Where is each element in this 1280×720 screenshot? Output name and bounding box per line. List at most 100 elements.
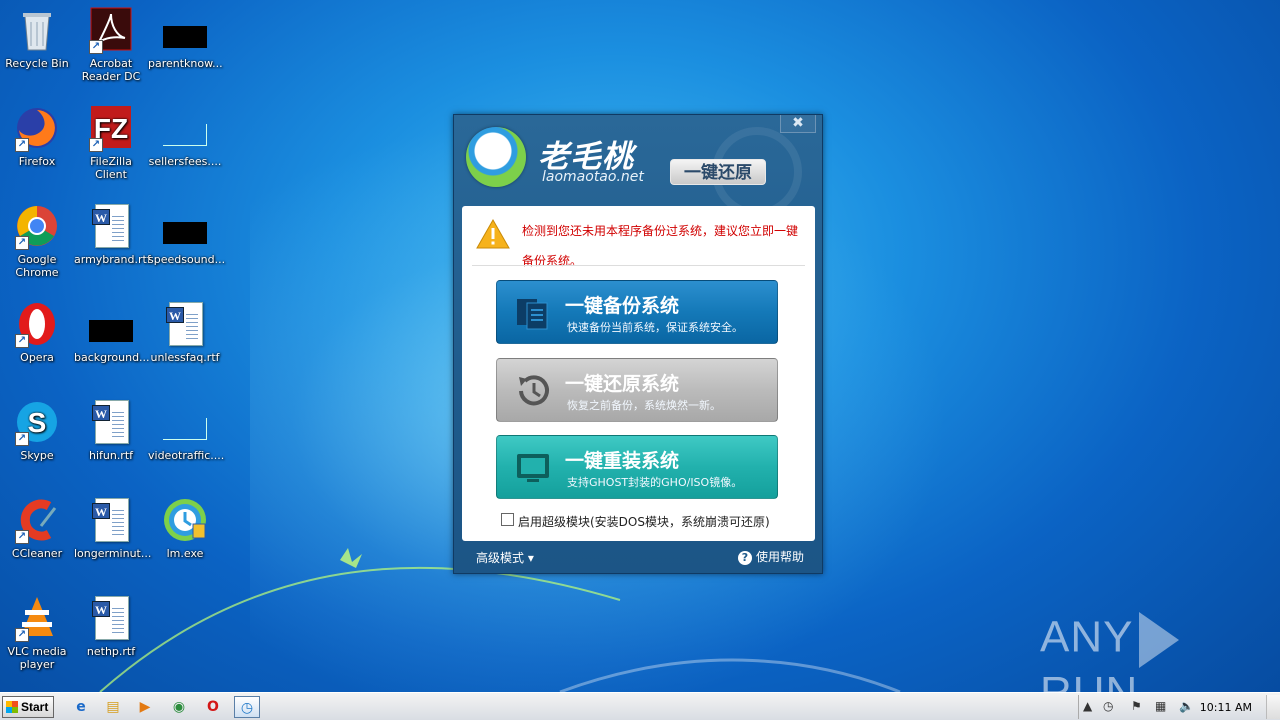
desktop-icon[interactable]: S ↗ Skype [0, 398, 74, 462]
shortcut-arrow-icon: ↗ [89, 40, 103, 54]
backup-subtitle: 快速备份当前系统，保证系统安全。 [567, 321, 743, 334]
blank-file-icon [161, 398, 209, 446]
start-button[interactable]: Start [2, 696, 54, 718]
laomaotao-exe-icon [161, 496, 209, 544]
reinstall-subtitle: 支持GHOST封装的GHO/ISO镜像。 [567, 476, 743, 489]
desktop-icon-label: FileZilla Client [90, 155, 132, 181]
monitor-icon [517, 454, 549, 482]
word-doc-icon: W [87, 398, 135, 446]
documents-icon [517, 299, 548, 330]
restore-subtitle: 恢复之前备份，系统焕然一新。 [567, 399, 721, 412]
filezilla-icon: FZ ↗ [87, 104, 135, 152]
desktop-icon[interactable]: ↗ Google Chrome [0, 202, 74, 279]
reinstall-title: 一键重装系统 [565, 450, 680, 472]
desktop-icon-label: nethp.rtf [86, 645, 136, 658]
desktop-icon-label: CCleaner [11, 547, 63, 560]
close-button[interactable]: ✖ [780, 115, 816, 133]
desktop-icon[interactable]: ↗ VLC media player [0, 594, 74, 671]
flag-icon[interactable]: ⚑ [1131, 699, 1142, 713]
taskbar: Start e ▤ ▶ ◉ O ◷ ▲ ◷ ⚑ ▦ 🔈 10:11 AM [0, 692, 1280, 720]
desktop-icon[interactable]: Wlongerminut... [74, 496, 151, 560]
clock[interactable]: 10:11 AM [1200, 701, 1252, 714]
desktop-icon[interactable]: Wnethp.rtf [74, 594, 148, 658]
vlc-icon: ↗ [13, 594, 61, 642]
ie-icon[interactable]: e [68, 696, 94, 718]
backup-system-button[interactable]: 一键备份系统 快速备份当前系统，保证系统安全。 [496, 280, 778, 344]
chrome-icon[interactable]: ◉ [166, 696, 192, 718]
shortcut-arrow-icon: ↗ [15, 334, 29, 348]
desktop-icon-label: sellersfees.... [148, 155, 222, 168]
desktop-icon[interactable]: lm.exe [148, 496, 222, 560]
desktop-icon-label: VLC media player [7, 645, 67, 671]
explorer-icon[interactable]: ▤ [100, 696, 126, 718]
blank-file-icon [161, 104, 209, 152]
desktop-icon[interactable]: Whifun.rtf [74, 398, 148, 462]
desktop-icon[interactable]: ↗ Acrobat Reader DC [74, 6, 148, 83]
desktop-icon-label: videotraffic.... [148, 449, 225, 462]
anyrun-left: ANY [1040, 612, 1134, 662]
word-doc-icon: W [87, 202, 135, 250]
desktop-icon-label: speedsound... [148, 253, 226, 266]
opera-icon: ↗ [13, 300, 61, 348]
backup-title: 一键备份系统 [565, 295, 680, 317]
shortcut-arrow-icon: ↗ [15, 236, 29, 250]
shortcut-arrow-icon: ↗ [89, 138, 103, 152]
desktop-icon-label: unlessfaq.rtf [150, 351, 220, 364]
laomaotao-tray-icon[interactable]: ◷ [1103, 699, 1113, 713]
restore-title: 一键还原系统 [565, 373, 680, 395]
desktop-icon[interactable]: Warmybrand.rtf [74, 202, 151, 266]
desktop-icon[interactable]: FZ ↗ FileZilla Client [74, 104, 148, 181]
desktop-icon[interactable]: sellersfees.... [148, 104, 222, 168]
shortcut-arrow-icon: ↗ [15, 138, 29, 152]
network-icon[interactable]: ▦ [1155, 699, 1166, 713]
desktop-icon[interactable]: Wunlessfaq.rtf [148, 300, 222, 364]
start-label: Start [21, 700, 49, 714]
acrobat-icon: ↗ [87, 6, 135, 54]
recycle-bin-icon [13, 6, 61, 54]
tray-expand-icon[interactable]: ▲ [1083, 699, 1092, 713]
restore-system-button[interactable]: 一键还原系统 恢复之前备份，系统焕然一新。 [496, 358, 778, 422]
show-desktop-button[interactable] [1266, 695, 1280, 719]
help-icon: ? [737, 551, 752, 565]
desktop-icon-label: hifun.rtf [88, 449, 134, 462]
desktop-icon[interactable]: Recycle Bin [0, 6, 74, 70]
advanced-mode-link[interactable]: 高级模式 ▾ [476, 549, 534, 566]
media-player-icon[interactable]: ▶ [132, 696, 158, 718]
system-tray: ▲ ◷ ⚑ ▦ 🔈 10:11 AM [1078, 695, 1280, 719]
desktop-icon[interactable]: ↗ CCleaner [0, 496, 74, 560]
help-link[interactable]: ? 使用帮助 [737, 548, 804, 565]
opera-icon[interactable]: O [200, 696, 226, 718]
logo-url: laomaotao.net [542, 169, 644, 185]
shortcut-arrow-icon: ↗ [15, 530, 29, 544]
desktop-icon-label: lm.exe [166, 547, 204, 560]
black-file-icon [87, 300, 135, 348]
laomaotao-task-icon[interactable]: ◷ [234, 696, 260, 718]
play-icon [1139, 612, 1180, 668]
word-doc-icon: W [87, 496, 135, 544]
desktop-icon[interactable]: ↗ Firefox [0, 104, 74, 168]
reinstall-system-button[interactable]: 一键重装系统 支持GHOST封装的GHO/ISO镜像。 [496, 435, 778, 499]
super-module-label: 启用超级模块(安装DOS模块，系统崩溃可还原) [518, 515, 770, 529]
desktop-icon-label: Acrobat Reader DC [81, 57, 141, 83]
desktop-icon-label: Recycle Bin [5, 57, 69, 70]
restore-logo-icon [466, 127, 526, 187]
desktop-icon-label: Google Chrome [15, 253, 59, 279]
black-file-icon [161, 6, 209, 54]
history-icon [519, 375, 549, 406]
desktop-icon[interactable]: speedsound... [148, 202, 226, 266]
desktop-icon-label: Skype [20, 449, 54, 462]
volume-icon[interactable]: 🔈 [1179, 699, 1194, 713]
desktop-icon-label: armybrand.rtf [74, 253, 151, 266]
word-doc-icon: W [87, 594, 135, 642]
desktop-icon[interactable]: videotraffic.... [148, 398, 225, 462]
desktop-icon-label: Opera [20, 351, 54, 364]
shortcut-arrow-icon: ↗ [15, 628, 29, 642]
logo-tag: 一键还原 [670, 159, 766, 185]
black-file-icon [161, 202, 209, 250]
desktop-icon[interactable]: background... [74, 300, 150, 364]
desktop-icon[interactable]: ↗ Opera [0, 300, 74, 364]
main-panel: 检测到您还未用本程序备份过系统，建议您立即一键备份系统。 一键备份系统 快速备份… [462, 206, 815, 541]
super-module-checkbox[interactable] [501, 513, 514, 526]
desktop-icon-label: background... [74, 351, 150, 364]
desktop-icon[interactable]: parentknow... [148, 6, 223, 70]
